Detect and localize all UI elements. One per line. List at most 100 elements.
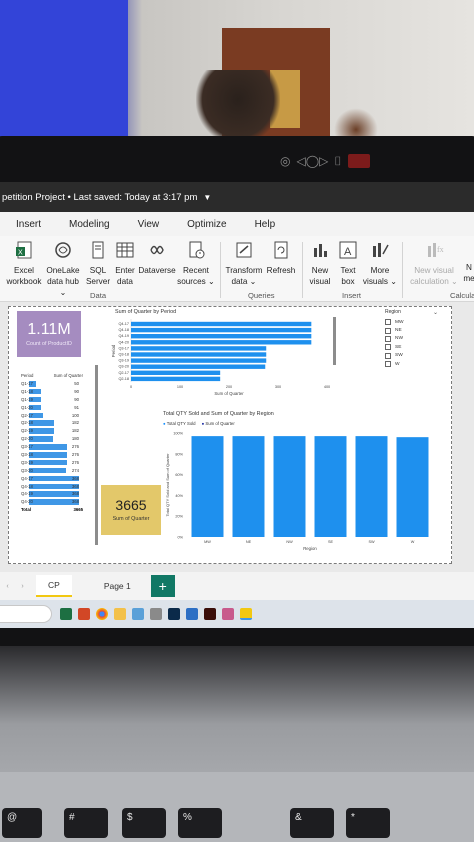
kpi-sum-card[interactable]: 3665 Sum of Quarter (101, 485, 161, 535)
office-taskbar-icon[interactable] (78, 608, 90, 620)
table-row[interactable]: Q3-19 276 (21, 459, 83, 467)
excel-taskbar-icon[interactable] (60, 608, 72, 620)
table-row[interactable]: Q2-20 180 (21, 435, 83, 443)
enter-sublabel: data (117, 277, 133, 286)
vbar-bar (273, 436, 306, 537)
new-measure-button[interactable]: N me (462, 240, 474, 284)
table-row[interactable]: Q4-18 368 (21, 483, 83, 491)
checkbox-icon[interactable] (385, 344, 391, 351)
legend-label-quarter: Sum of Quarter (205, 421, 235, 426)
arrow-taskbar-icon[interactable] (186, 608, 198, 620)
chevron-down-icon[interactable]: ⌄ (433, 309, 438, 316)
chevron-down-icon[interactable]: ▼ (203, 193, 211, 202)
table-row[interactable]: Q1-18 90 (21, 388, 83, 396)
title-bar: petition Project • Last saved: Today at … (0, 182, 474, 212)
menu-help[interactable]: Help (241, 219, 290, 230)
vbar-tick-label: 0% (178, 536, 184, 540)
illustrator-taskbar-icon[interactable] (204, 608, 216, 620)
recent-sources-button[interactable]: Recent sources ⌄ (176, 240, 216, 287)
menu-modeling[interactable]: Modeling (55, 219, 124, 230)
menu-view[interactable]: View (124, 219, 174, 230)
text-box-button[interactable]: A Text box (336, 240, 360, 287)
table-row[interactable]: Q4-20 368 (21, 498, 83, 506)
checkbox-icon[interactable] (385, 319, 391, 326)
sql-server-button[interactable]: SQL Server (84, 240, 112, 287)
slicer-option[interactable]: NE (385, 326, 445, 334)
vbar-chart[interactable]: 0% 20% 40% 60% 80% 100% MW NE NW SE SW W Region Total… (159, 427, 441, 561)
period-table[interactable]: Period Sum of Quarter Q1-17 50 Q1-18 90 Q1-1… (21, 373, 83, 512)
new-visual-calculation-button[interactable]: fx New visual calculation ⌄ (406, 240, 462, 287)
visual-calc-label: New visual (414, 266, 454, 275)
chevron-left-icon[interactable]: ‹ (6, 583, 8, 590)
table-databar (29, 459, 67, 466)
add-page-button[interactable]: + (150, 575, 175, 597)
table-row[interactable]: Q3-18 276 (21, 451, 83, 459)
excel-label: Excel (13, 266, 35, 275)
vbar-y-axis-label: Total QTY Sold and Sum of Quarter (165, 453, 170, 517)
slicer-option[interactable]: NW (385, 335, 445, 343)
tab-cp[interactable]: CP (36, 575, 72, 597)
hbar-chart[interactable]: Q4-17 Q4-18 Q4-19 Q4-20 Q3-17 Q3-18 Q3-19 Q3-20… (109, 315, 339, 407)
table-cell-period: Q4-17 (21, 475, 33, 481)
table-row[interactable]: Q2-18 182 (21, 419, 83, 427)
transform-data-button[interactable]: Transform data ⌄ (224, 240, 264, 287)
photoshop-taskbar-icon[interactable] (168, 608, 180, 620)
checkbox-icon[interactable] (385, 335, 391, 342)
table-scrollbar[interactable] (95, 365, 98, 545)
new-visual-button[interactable]: New visual (306, 240, 334, 287)
kpi-count-card[interactable]: 1.11M Count of ProductID (17, 311, 81, 357)
menu-optimize[interactable]: Optimize (173, 219, 240, 230)
chevron-right-icon[interactable]: › (21, 583, 23, 590)
table-row[interactable]: Q1-17 50 (21, 380, 83, 388)
checkbox-icon[interactable] (385, 327, 391, 334)
table-row[interactable]: Q4-17 368 (21, 475, 83, 483)
hbar-tick-label: 200 (226, 385, 232, 389)
table-total-value: 3665 (73, 507, 83, 513)
vbar-tick-label: 20% (175, 515, 183, 519)
dataverse-button[interactable]: Dataverse (138, 240, 176, 276)
refresh-button[interactable]: Refresh (264, 240, 298, 276)
taskbar-search[interactable] (0, 605, 52, 623)
table-row[interactable]: Q4-19 368 (21, 490, 83, 498)
table-cell-value: 100 (71, 412, 79, 418)
slicer-option[interactable]: W (385, 360, 445, 368)
tab-page-1[interactable]: Page 1 (92, 575, 143, 597)
vbar-tick-label: 40% (175, 494, 183, 498)
recent-label: Recent (183, 266, 209, 275)
enter-data-button[interactable]: Enter data (112, 240, 138, 287)
table-row[interactable]: Q3-20 274 (21, 467, 83, 475)
slicer-option[interactable]: MW (385, 318, 445, 326)
powerbi-taskbar-icon[interactable] (240, 608, 252, 620)
legend-label-qty: Total QTY Sold (166, 421, 196, 426)
table-cell-period: Q1-20 (21, 404, 33, 410)
vbar-category-label: SW (368, 540, 375, 544)
table-row[interactable]: Q2-17 100 (21, 412, 83, 420)
excel-workbook-button[interactable]: X Excel workbook (6, 240, 42, 287)
slicer-option[interactable]: SW (385, 352, 445, 360)
table-row[interactable]: Q1-19 90 (21, 396, 83, 404)
transform-label: Transform (225, 266, 263, 275)
snip-taskbar-icon[interactable] (222, 608, 234, 620)
checkbox-icon[interactable] (385, 361, 391, 368)
table-row[interactable]: Q2-19 182 (21, 427, 83, 435)
saved-status[interactable]: • Last saved: Today at 3:17 pm (67, 192, 197, 203)
slicer-option[interactable]: SE (385, 343, 445, 351)
hbar-category-label: Q2-18 (118, 377, 129, 381)
checkbox-icon[interactable] (385, 352, 391, 359)
visual-calc-sublabel: calculation ⌄ (410, 277, 458, 286)
key-percent: % (178, 808, 222, 838)
onelake-button[interactable]: OneLake data hub ⌄ (44, 240, 82, 298)
vbar-bar (191, 436, 224, 537)
table-row[interactable]: Q3-17 276 (21, 443, 83, 451)
region-slicer[interactable]: Region MW NE NW SE SW W (385, 309, 445, 368)
more-visuals-button[interactable]: More visuals ⌄ (362, 240, 398, 287)
folder-taskbar-icon[interactable] (114, 608, 126, 620)
hbar-category-label: Q3-19 (118, 359, 129, 363)
tool-taskbar-icon[interactable] (150, 608, 162, 620)
paint-taskbar-icon[interactable] (132, 608, 144, 620)
table-row[interactable]: Q1-20 91 (21, 404, 83, 412)
menu-insert[interactable]: Insert (0, 219, 55, 230)
vbar-category-label: NE (246, 540, 252, 544)
chrome-taskbar-icon[interactable] (96, 608, 108, 620)
hbar-scrollbar (333, 317, 336, 365)
